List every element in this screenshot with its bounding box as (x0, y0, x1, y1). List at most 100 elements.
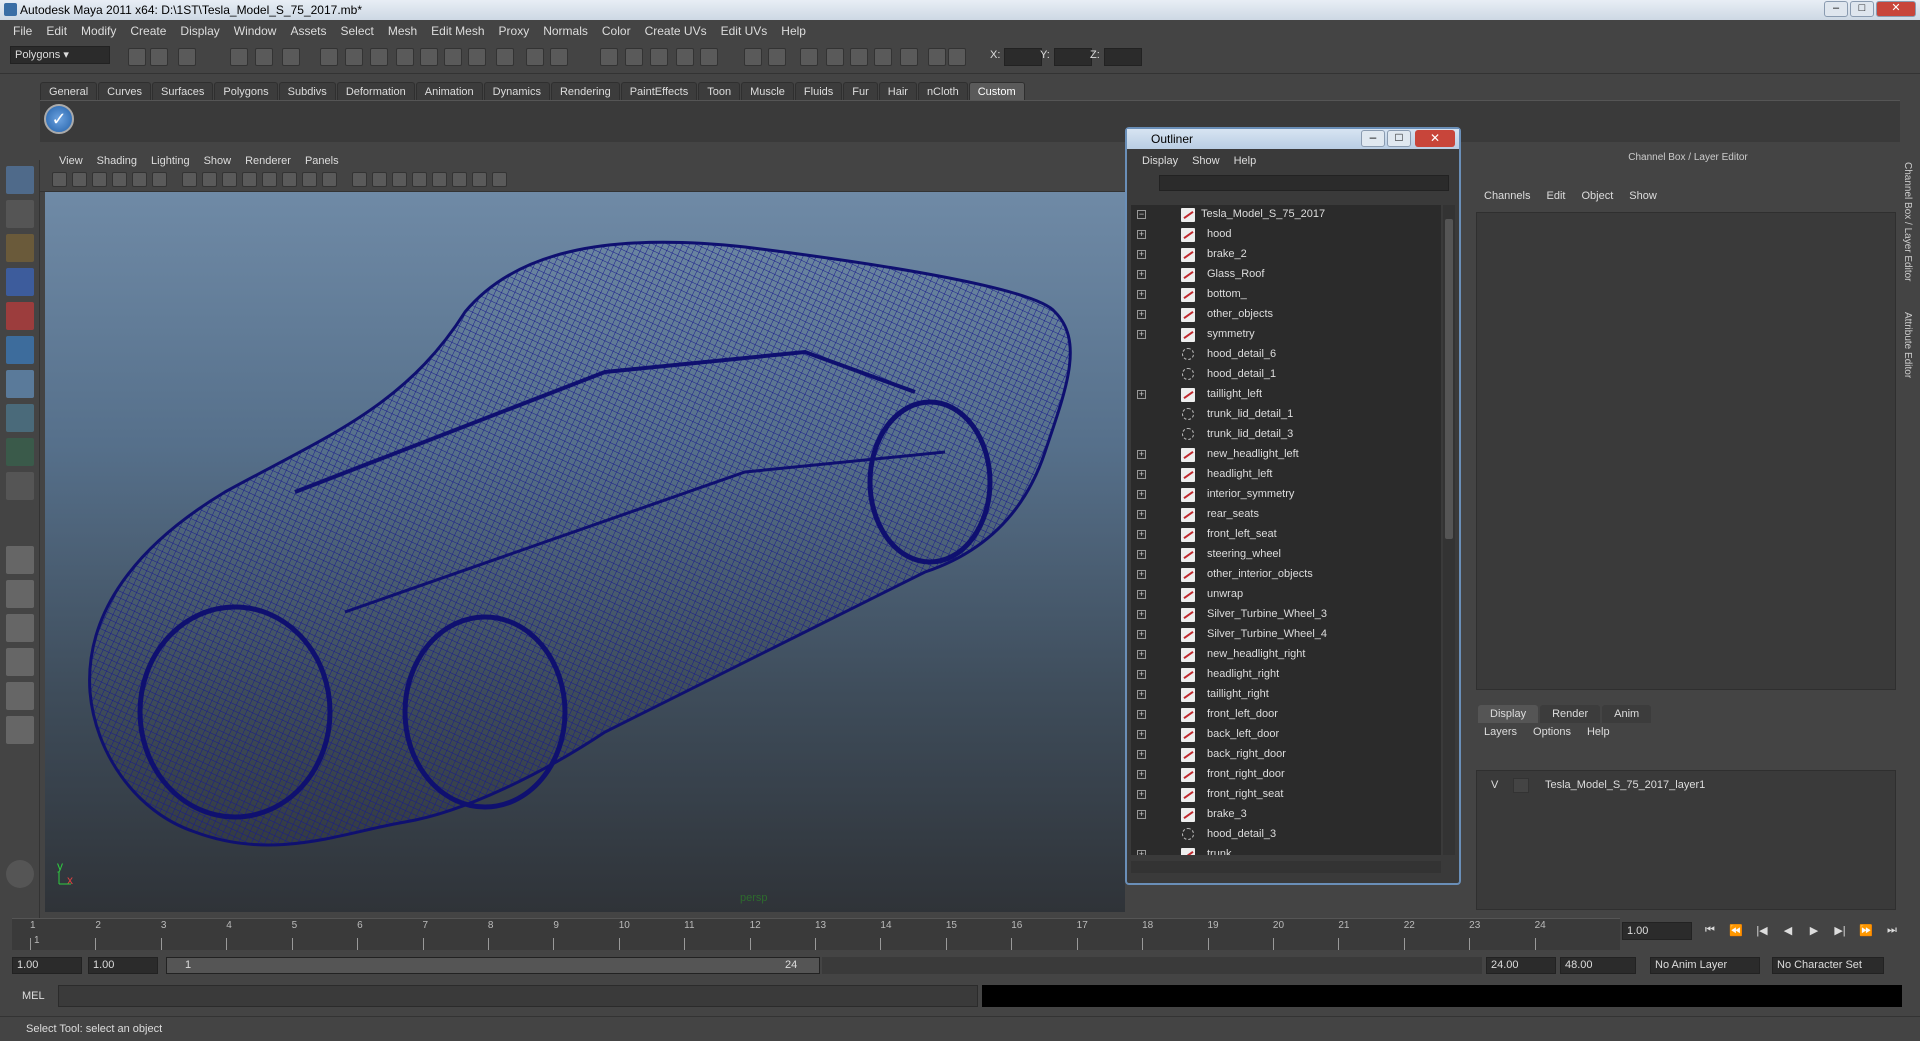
animation-end-field[interactable]: 48.00 (1560, 957, 1636, 974)
status-tool-icon[interactable] (255, 48, 273, 66)
shelf-tab-ncloth[interactable]: nCloth (917, 82, 968, 100)
status-tool-icon[interactable] (826, 48, 844, 66)
menu-modify[interactable]: Modify (74, 20, 123, 42)
expand-toggle[interactable]: + (1137, 270, 1146, 279)
outliner-item[interactable]: + bottom_ (1131, 285, 1431, 305)
expand-toggle[interactable]: + (1137, 650, 1146, 659)
status-tool-icon[interactable] (370, 48, 388, 66)
checkmark-shelf-icon[interactable]: ✓ (44, 104, 74, 134)
shelf-tab-subdivs[interactable]: Subdivs (278, 82, 336, 100)
lasso-tool-icon[interactable] (6, 200, 34, 228)
viewport-menu-renderer[interactable]: Renderer (238, 155, 298, 167)
status-tool-icon[interactable] (928, 48, 946, 66)
status-tool-icon[interactable] (150, 48, 168, 66)
playback-end-field[interactable]: 24.00 (1486, 957, 1556, 974)
shelf-tab-surfaces[interactable]: Surfaces (151, 82, 214, 100)
character-set-dropdown[interactable]: No Character Set (1772, 957, 1884, 974)
outliner-vscrollbar[interactable] (1443, 205, 1455, 855)
outliner-item[interactable]: + front_left_door (1131, 705, 1431, 725)
channel-box-menu-channels[interactable]: Channels (1476, 190, 1538, 208)
playback-start-field[interactable]: 1.00 (88, 957, 158, 974)
outliner-item[interactable]: trunk_lid_detail_1 (1131, 405, 1431, 425)
expand-toggle[interactable]: + (1137, 630, 1146, 639)
expand-toggle[interactable]: + (1137, 390, 1146, 399)
shelf-tab-general[interactable]: General (40, 82, 98, 100)
status-tool-icon[interactable] (768, 48, 786, 66)
viewport-toolbar-icon[interactable] (52, 172, 67, 187)
step-forward-frame-button[interactable]: ▶| (1830, 924, 1850, 940)
outliner-item[interactable]: + brake_2 (1131, 245, 1431, 265)
status-tool-icon[interactable] (420, 48, 438, 66)
shelf-tab-rendering[interactable]: Rendering (550, 82, 620, 100)
outliner-maximize-button[interactable]: □ (1387, 130, 1411, 147)
viewport-toolbar-icon[interactable] (352, 172, 367, 187)
shelf-tab-polygons[interactable]: Polygons (214, 82, 278, 100)
expand-toggle[interactable]: + (1137, 250, 1146, 259)
outliner-item[interactable]: + headlight_left (1131, 465, 1431, 485)
y-coord-field[interactable] (1054, 48, 1092, 66)
expand-toggle[interactable]: + (1137, 610, 1146, 619)
expand-toggle[interactable]: + (1137, 470, 1146, 479)
menu-color[interactable]: Color (595, 20, 638, 42)
side-tab-attribute-editor[interactable]: Attribute Editor (1902, 312, 1913, 378)
rotate-tool-icon[interactable] (6, 302, 34, 330)
expand-toggle[interactable]: + (1137, 690, 1146, 699)
menu-edit-uvs[interactable]: Edit UVs (714, 20, 775, 42)
viewport-toolbar-icon[interactable] (392, 172, 407, 187)
outliner-item[interactable]: + front_right_door (1131, 765, 1431, 785)
status-tool-icon[interactable] (345, 48, 363, 66)
outliner-item[interactable]: hood_detail_6 (1131, 345, 1431, 365)
outliner-hscrollbar[interactable] (1131, 861, 1441, 873)
viewport-toolbar-icon[interactable] (262, 172, 277, 187)
status-tool-icon[interactable] (874, 48, 892, 66)
expand-toggle[interactable]: + (1137, 450, 1146, 459)
outliner-item[interactable]: + Glass_Roof (1131, 265, 1431, 285)
select-tool-icon[interactable] (6, 166, 34, 194)
status-tool-icon[interactable] (396, 48, 414, 66)
menu-window[interactable]: Window (227, 20, 284, 42)
expand-toggle[interactable]: + (1137, 290, 1146, 299)
outliner-item[interactable]: + headlight_right (1131, 665, 1431, 685)
step-back-frame-button[interactable]: |◀ (1752, 924, 1772, 940)
status-tool-icon[interactable] (128, 48, 146, 66)
layer-type-toggle[interactable] (1513, 778, 1529, 793)
layer-tab-render[interactable]: Render (1540, 705, 1601, 723)
status-tool-icon[interactable] (700, 48, 718, 66)
shelf-tab-muscle[interactable]: Muscle (741, 82, 794, 100)
outliner-item[interactable]: + back_right_door (1131, 745, 1431, 765)
viewport-menu-panels[interactable]: Panels (298, 155, 346, 167)
outliner-item[interactable]: + brake_3 (1131, 805, 1431, 825)
minimize-button[interactable]: – (1824, 1, 1848, 17)
expand-toggle[interactable]: + (1137, 550, 1146, 559)
scale-tool-icon[interactable] (6, 336, 34, 364)
anim-layer-dropdown[interactable]: No Anim Layer (1650, 957, 1760, 974)
expand-toggle[interactable]: + (1137, 790, 1146, 799)
viewport-toolbar-icon[interactable] (112, 172, 127, 187)
menu-edit-mesh[interactable]: Edit Mesh (424, 20, 491, 42)
expand-toggle[interactable]: + (1137, 310, 1146, 319)
channel-box-menu-object[interactable]: Object (1573, 190, 1621, 208)
outliner-root-item[interactable]: − Tesla_Model_S_75_2017 (1131, 205, 1431, 225)
status-tool-icon[interactable] (496, 48, 514, 66)
outliner-item[interactable]: + other_objects (1131, 305, 1431, 325)
shelf-tab-animation[interactable]: Animation (415, 82, 483, 100)
status-tool-icon[interactable] (320, 48, 338, 66)
status-tool-icon[interactable] (650, 48, 668, 66)
viewport-toolbar-icon[interactable] (302, 172, 317, 187)
viewport-toolbar-icon[interactable] (222, 172, 237, 187)
viewport-toolbar-icon[interactable] (432, 172, 447, 187)
status-tool-icon[interactable] (744, 48, 762, 66)
side-tab-channel-box[interactable]: Channel Box / Layer Editor (1902, 162, 1913, 282)
layer-menu-help[interactable]: Help (1579, 726, 1618, 738)
scroll-thumb[interactable] (1445, 219, 1453, 539)
outliner-item[interactable]: trunk_lid_detail_3 (1131, 425, 1431, 445)
viewport-toolbar-icon[interactable] (92, 172, 107, 187)
outliner-item[interactable]: + trunk (1131, 845, 1431, 855)
status-tool-icon[interactable] (468, 48, 486, 66)
outliner-menu-display[interactable]: Display (1135, 155, 1185, 167)
layer-tab-display[interactable]: Display (1478, 705, 1539, 723)
paint-select-tool-icon[interactable] (6, 234, 34, 262)
expand-toggle[interactable]: + (1137, 510, 1146, 519)
expand-toggle[interactable]: + (1137, 770, 1146, 779)
layer-visibility-toggle[interactable]: V (1491, 779, 1498, 791)
